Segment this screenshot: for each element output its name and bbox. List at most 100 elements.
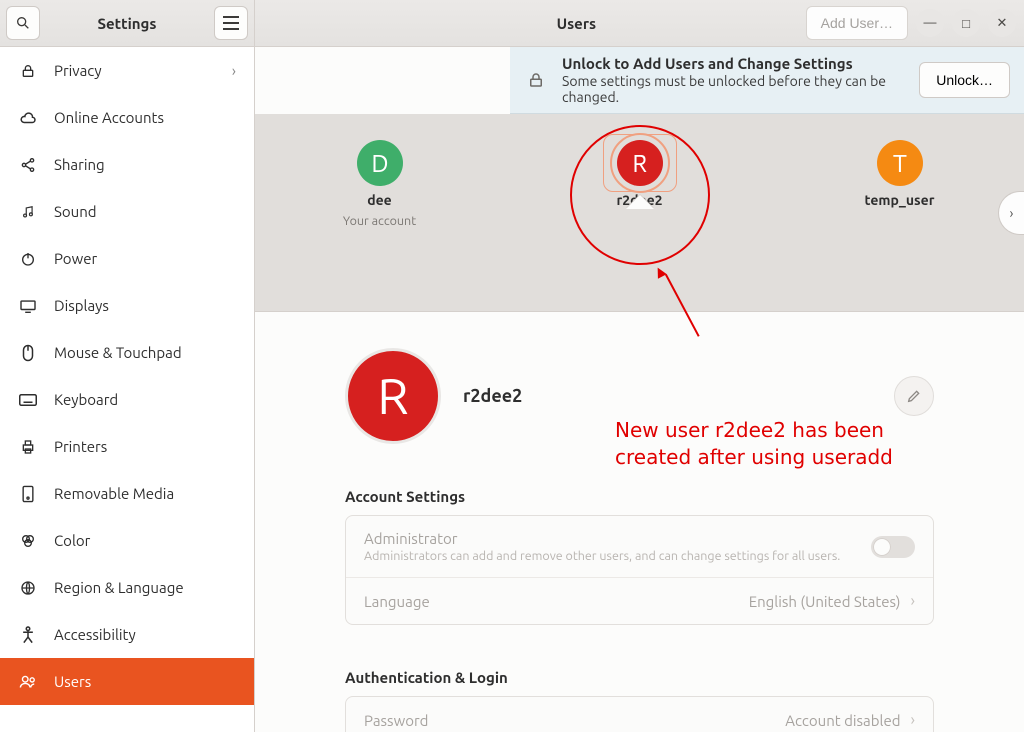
row-administrator[interactable]: Administrator Administrators can add and…	[346, 516, 933, 577]
sidebar-item-label: Printers	[54, 438, 107, 455]
row-label: Password	[364, 712, 428, 729]
sidebar: Privacy › Online Accounts Sharing Sound …	[0, 47, 255, 732]
music-icon	[18, 204, 38, 220]
menu-icon	[223, 16, 239, 30]
drive-icon	[18, 485, 38, 503]
printer-icon	[18, 439, 38, 455]
lock-icon	[524, 71, 548, 89]
unlock-button[interactable]: Unlock…	[919, 62, 1010, 98]
auth-settings-card: Password Account disabled › Automatic Lo…	[345, 696, 934, 732]
panel-title: Users	[255, 15, 798, 32]
sidebar-item-online-accounts[interactable]: Online Accounts	[0, 94, 254, 141]
sidebar-item-label: Region & Language	[54, 579, 184, 596]
maximize-icon: □	[962, 16, 970, 31]
globe-icon	[18, 580, 38, 596]
sidebar-item-region-language[interactable]: Region & Language	[0, 564, 254, 611]
user-detail: R r2dee2 Account Settings Administrator …	[255, 312, 1024, 732]
row-label: Language	[364, 593, 430, 610]
sidebar-item-sharing[interactable]: Sharing	[0, 141, 254, 188]
avatar: R	[617, 140, 663, 186]
section-title-account: Account Settings	[345, 488, 934, 505]
user-card-temp-user[interactable]: T temp_user	[855, 140, 945, 208]
sidebar-item-label: Power	[54, 250, 97, 267]
minimize-icon: —	[924, 16, 937, 30]
sidebar-item-label: Accessibility	[54, 626, 136, 643]
section-title-auth: Authentication & Login	[345, 669, 934, 686]
selection-notch	[626, 195, 654, 209]
sidebar-item-printers[interactable]: Printers	[0, 423, 254, 470]
user-name: temp_user	[865, 192, 935, 208]
sidebar-item-label: Removable Media	[54, 485, 174, 502]
minimize-button[interactable]: —	[916, 9, 944, 37]
accessibility-icon	[18, 626, 38, 644]
share-icon	[18, 157, 38, 173]
sidebar-title: Settings	[46, 15, 208, 32]
mouse-icon	[18, 344, 38, 362]
chevron-right-icon: ›	[911, 711, 916, 729]
sidebar-item-power[interactable]: Power	[0, 235, 254, 282]
unlock-subtext: Some settings must be unlocked before th…	[562, 73, 905, 105]
row-subtext: Administrators can add and remove other …	[364, 549, 840, 563]
sidebar-item-privacy[interactable]: Privacy ›	[0, 47, 254, 94]
users-strip: D dee Your account R r2dee2 T temp_user …	[255, 114, 1024, 312]
titlebar-right: Users Add User… — □ ✕	[255, 0, 1024, 47]
search-button[interactable]	[6, 6, 40, 40]
sidebar-item-keyboard[interactable]: Keyboard	[0, 376, 254, 423]
user-avatar-large: R	[345, 348, 441, 444]
search-icon	[15, 15, 31, 31]
edit-user-button[interactable]	[894, 376, 934, 416]
sidebar-item-label: Mouse & Touchpad	[54, 344, 182, 361]
account-settings-card: Administrator Administrators can add and…	[345, 515, 934, 625]
unlock-message: Unlock to Add Users and Change Settings …	[562, 55, 905, 105]
titlebar: Settings Users Add User… — □ ✕	[0, 0, 1024, 47]
row-language[interactable]: Language English (United States) ›	[346, 577, 933, 624]
power-icon	[18, 251, 38, 267]
hamburger-button[interactable]	[214, 6, 248, 40]
sidebar-item-displays[interactable]: Displays	[0, 282, 254, 329]
users-icon	[18, 675, 38, 689]
sidebar-item-mouse[interactable]: Mouse & Touchpad	[0, 329, 254, 376]
display-icon	[18, 299, 38, 313]
profile-row: R r2dee2	[345, 348, 934, 444]
sidebar-item-sound[interactable]: Sound	[0, 188, 254, 235]
main: Privacy › Online Accounts Sharing Sound …	[0, 47, 1024, 732]
avatar: T	[877, 140, 923, 186]
chevron-right-icon: ›	[232, 62, 236, 79]
color-icon	[18, 533, 38, 549]
pencil-icon	[906, 388, 922, 404]
sidebar-item-removable-media[interactable]: Removable Media	[0, 470, 254, 517]
sidebar-item-accessibility[interactable]: Accessibility	[0, 611, 254, 658]
close-icon: ✕	[997, 16, 1008, 31]
user-card-dee[interactable]: D dee Your account	[335, 140, 425, 228]
cloud-icon	[18, 111, 38, 125]
sidebar-item-label: Sound	[54, 203, 97, 220]
row-label: Administrator	[364, 530, 840, 547]
chevron-right-icon: ›	[911, 592, 916, 610]
lock-icon	[18, 63, 38, 79]
user-card-r2dee2[interactable]: R r2dee2	[595, 140, 685, 208]
sidebar-item-users[interactable]: Users	[0, 658, 254, 705]
sidebar-item-label: Keyboard	[54, 391, 118, 408]
maximize-button[interactable]: □	[952, 9, 980, 37]
users-strip-next-button[interactable]: ›	[998, 191, 1024, 235]
sidebar-item-label: Color	[54, 532, 90, 549]
titlebar-left: Settings	[0, 0, 255, 47]
sidebar-item-label: Privacy	[54, 62, 102, 79]
sidebar-item-label: Users	[54, 673, 91, 690]
sidebar-item-label: Online Accounts	[54, 109, 164, 126]
chevron-right-icon: ›	[1010, 205, 1014, 221]
row-password[interactable]: Password Account disabled ›	[346, 697, 933, 732]
sidebar-item-color[interactable]: Color	[0, 517, 254, 564]
user-name-large: r2dee2	[463, 386, 522, 406]
row-value: Account disabled	[785, 712, 900, 729]
unlock-heading: Unlock to Add Users and Change Settings	[562, 55, 905, 72]
sidebar-item-label: Sharing	[54, 156, 105, 173]
add-user-button[interactable]: Add User…	[806, 6, 908, 40]
row-value: English (United States)	[749, 593, 901, 610]
keyboard-icon	[18, 394, 38, 406]
unlock-bar: Unlock to Add Users and Change Settings …	[510, 47, 1024, 114]
admin-toggle[interactable]	[871, 536, 915, 558]
sidebar-item-label: Displays	[54, 297, 109, 314]
close-button[interactable]: ✕	[988, 9, 1016, 37]
content: Unlock to Add Users and Change Settings …	[255, 47, 1024, 732]
